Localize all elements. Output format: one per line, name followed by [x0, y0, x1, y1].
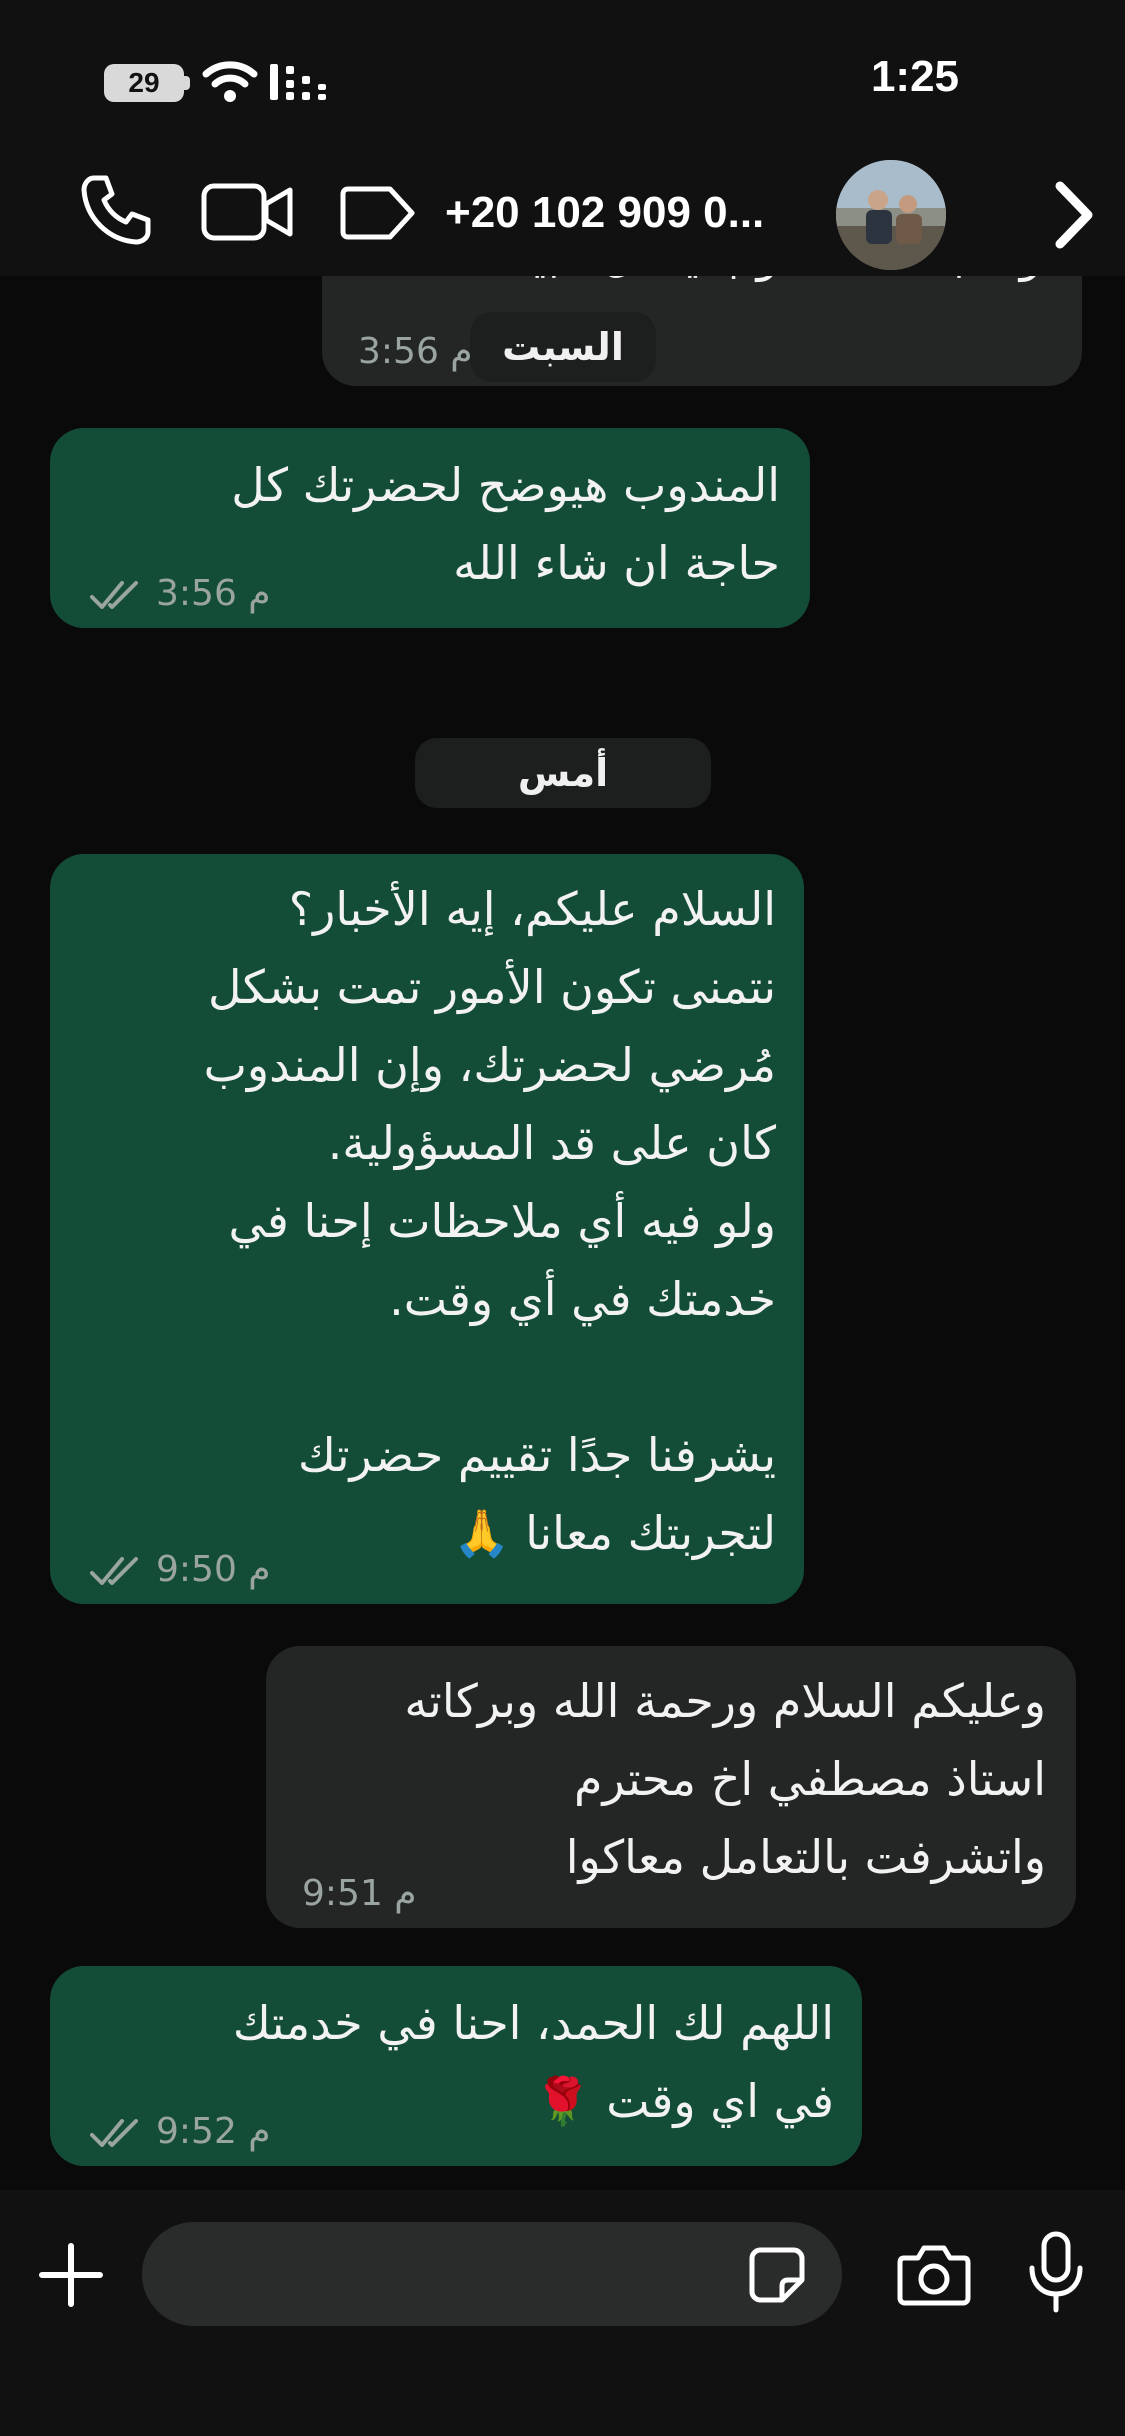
- message-text: اللهم لك الحمد، احنا في خدمتك في اي وقت …: [232, 1996, 834, 2128]
- sticker-icon[interactable]: [748, 2246, 806, 2304]
- message-text: السلام عليكم، إيه الأخبار؟ نتمنى تكون ال…: [203, 882, 776, 1560]
- signal-icon: [270, 64, 326, 100]
- date-chip: أمس: [415, 738, 711, 808]
- read-receipt-icon: [90, 2118, 138, 2147]
- avatar-photo: [836, 160, 946, 270]
- status-bar: 29 1:25: [0, 0, 1125, 160]
- message-bubble-outgoing[interactable]: اللهم لك الحمد، احنا في خدمتك في اي وقت …: [50, 1966, 862, 2166]
- message-meta: 9:51 م: [302, 1873, 417, 1914]
- battery-icon: 29: [104, 64, 184, 102]
- wifi-icon: [202, 61, 258, 102]
- chevron-right-icon[interactable]: [1050, 180, 1096, 250]
- message-text: المندوب هيوضح لحضرتك كل حاجة ان شاء الله: [231, 458, 780, 590]
- chat-header: +20 102 909 0...: [0, 160, 1125, 276]
- message-time: 3:56 م: [358, 331, 473, 372]
- video-call-icon[interactable]: [200, 180, 296, 244]
- microphone-icon[interactable]: [1026, 2230, 1086, 2314]
- message-time: 3:56 م: [156, 573, 271, 614]
- label-icon[interactable]: [338, 184, 418, 242]
- message-meta: 3:56 م: [90, 573, 271, 614]
- camera-icon[interactable]: [896, 2242, 972, 2308]
- message-time: 9:52 م: [156, 2111, 271, 2152]
- message-text: ولا تبعت المندوب يعمل تثبيت: [488, 276, 1042, 294]
- message-time: 9:50 م: [156, 1549, 271, 1590]
- read-receipt-icon: [90, 580, 138, 609]
- date-chip: السبت: [470, 312, 656, 382]
- battery-tip: [184, 76, 190, 90]
- avatar[interactable]: [836, 160, 946, 270]
- message-bubble-incoming[interactable]: وعليكم السلام ورحمة الله وبركاته استاذ م…: [266, 1646, 1076, 1928]
- message-time: 9:51 م: [302, 1873, 417, 1914]
- message-input[interactable]: [142, 2222, 842, 2326]
- message-bubble-incoming[interactable]: ولا تبعت المندوب يعمل تثبيت 3:56 م: [322, 276, 1082, 386]
- battery-level: 29: [128, 67, 160, 98]
- message-bubble-outgoing[interactable]: السلام عليكم، إيه الأخبار؟ نتمنى تكون ال…: [50, 854, 804, 1604]
- message-text: وعليكم السلام ورحمة الله وبركاته استاذ م…: [404, 1674, 1046, 1884]
- read-receipt-icon: [90, 1556, 138, 1585]
- plus-icon[interactable]: [38, 2242, 104, 2308]
- message-bubble-outgoing[interactable]: المندوب هيوضح لحضرتك كل حاجة ان شاء الله…: [50, 428, 810, 628]
- message-meta: 3:56 م: [358, 331, 473, 372]
- message-meta: 9:52 م: [90, 2111, 271, 2152]
- contact-name[interactable]: +20 102 909 0...: [445, 178, 825, 248]
- message-meta: 9:50 م: [90, 1549, 271, 1590]
- message-list[interactable]: ولا تبعت المندوب يعمل تثبيت 3:56 م السبت…: [0, 276, 1125, 2190]
- status-time: 1:25: [870, 52, 960, 101]
- phone-icon[interactable]: [76, 170, 154, 248]
- composer-bar: [0, 2190, 1125, 2436]
